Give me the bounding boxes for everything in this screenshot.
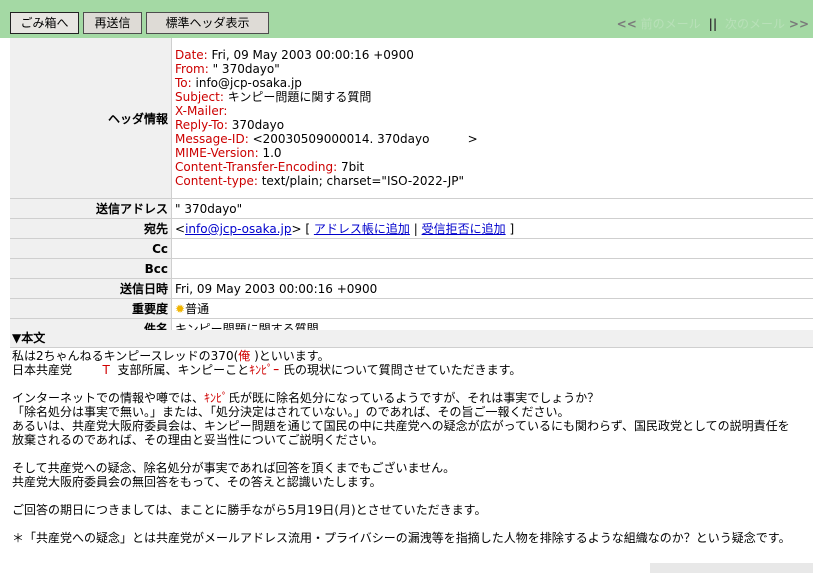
bcc-label: Bcc [10, 258, 172, 279]
header-info-label: ヘッダ情報 [10, 38, 172, 199]
header-line-encoding: Content-Transfer-Encoding: 7bit [175, 159, 365, 174]
to-email-link[interactable]: info@jcp-osaka.jp [185, 222, 291, 236]
to-label: 宛先 [10, 218, 172, 239]
status-bar [650, 563, 813, 573]
priority-value: 普通 [185, 302, 210, 316]
message-body: 私は2ちゃんねるキンピースレッドの370(俺 )といいます。 日本共産党 T 支部… [12, 349, 812, 545]
sender-value: " 370dayo" [171, 198, 813, 219]
body-line-5: あるいは、共産党大阪府委員会は、キンピー問題を通じて国民の中に共産党への疑念が広… [12, 419, 790, 433]
next-arrow[interactable]: >> [789, 17, 809, 31]
header-line-date: Date: Fri, 09 May 2003 00:00:16 +0900 [175, 47, 414, 62]
header-line-contenttype: Content-type: text/plain; charset="ISO-2… [175, 173, 465, 188]
to-close-bracket: > [291, 222, 302, 236]
body-line-7: そして共産党への疑念、除名処分が事実であれば回答を頂くまでもございません。 [12, 461, 456, 475]
prev-mail-link[interactable]: 前のメール [641, 17, 701, 31]
add-address-link[interactable]: アドレス帳に追加 [314, 222, 410, 236]
date-label: 送信日時 [10, 278, 172, 299]
header-info-row: ヘッダ情報 Date: Fri, 09 May 2003 00:00:16 +0… [10, 38, 813, 199]
header-line-to: To: info@jcp-osaka.jp [175, 75, 302, 90]
body-line-4: 「除名処分は事実で無い。」または、「処分決定はされていない。」のであれば、その旨… [12, 405, 570, 419]
sender-label: 送信アドレス [10, 198, 172, 219]
toolbar: ごみ箱へ 再送信 標準ヘッダ表示 << 前のメール || 次のメール >> [0, 0, 813, 38]
sender-row: 送信アドレス " 370dayo" [10, 198, 813, 219]
prev-arrow[interactable]: << [617, 17, 637, 31]
body-line-10: ＊「共産党への疑念」とは共産党がメールアドレス流用・プライバシーの漏洩等を指摘し… [12, 531, 791, 545]
bcc-row: Bcc [10, 258, 813, 279]
to-row: 宛先 <info@jcp-osaka.jp> [ アドレス帳に追加 | 受信拒否… [10, 218, 813, 239]
to-open-bracket: < [175, 222, 186, 236]
action-close-bracket: ] [509, 222, 515, 236]
header-line-messageid: Message-ID: <20030509000014. 370dayo > [175, 131, 478, 146]
action-open-bracket: [ [305, 222, 311, 236]
cc-value [171, 238, 813, 259]
body-line-8: 共産党大阪府委員会の無回答をもって、その答えと認識いたします。 [12, 475, 382, 489]
header-line-replyto: Reply-To: 370dayo [175, 117, 285, 132]
trash-button[interactable]: ごみ箱へ [10, 12, 79, 34]
mail-navigation: << 前のメール || 次のメール >> [617, 15, 809, 32]
next-mail-link[interactable]: 次のメール [725, 17, 785, 31]
body-heading[interactable]: ▼本文 [10, 330, 813, 348]
body-line-6: 放棄されるのであれば、その理由と妥当性についてご説明ください。 [12, 433, 384, 447]
body-line-1: 私は2ちゃんねるキンピースレッドの370(俺 )といいます。 [12, 349, 330, 363]
mail-header-table: ヘッダ情報 Date: Fri, 09 May 2003 00:00:16 +0… [10, 38, 813, 339]
header-line-subject: Subject: キンピー問題に関する質問 [175, 89, 372, 104]
priority-row: 重要度 ✹普通 [10, 298, 813, 319]
header-info-value: Date: Fri, 09 May 2003 00:00:16 +0900 Fr… [171, 38, 813, 199]
nav-separator: || [708, 17, 718, 31]
action-separator: | [413, 222, 418, 236]
body-line-3: インターネットでの情報や噂では、ｷﾝﾋﾟ氏が既に除名処分になっているようですが、… [12, 391, 600, 405]
resend-button[interactable]: 再送信 [83, 12, 142, 34]
header-toggle-button[interactable]: 標準ヘッダ表示 [146, 12, 269, 34]
sun-icon: ✹ [175, 302, 186, 316]
cc-row: Cc [10, 238, 813, 259]
cc-label: Cc [10, 238, 172, 259]
date-row: 送信日時 Fri, 09 May 2003 00:00:16 +0900 [10, 278, 813, 299]
body-line-9: ご回答の期日につきましては、まことに勝手ながら5月19日(月)とさせていただきま… [12, 503, 487, 517]
header-line-mime: MIME-Version: 1.0 [175, 145, 282, 160]
header-line-from: From: " 370dayo" [175, 61, 280, 76]
date-value: Fri, 09 May 2003 00:00:16 +0900 [171, 278, 813, 299]
bcc-value [171, 258, 813, 279]
header-line-xmailer: X-Mailer: [175, 103, 228, 118]
to-value: <info@jcp-osaka.jp> [ アドレス帳に追加 | 受信拒否に追加… [171, 218, 813, 239]
priority-label: 重要度 [10, 298, 172, 319]
priority-value-cell: ✹普通 [171, 298, 813, 319]
block-sender-link[interactable]: 受信拒否に追加 [422, 222, 506, 236]
body-line-2: 日本共産党 T 支部所属、キンピーことｷﾝﾋﾟｰ 氏の現状について質問させていた… [12, 363, 522, 377]
